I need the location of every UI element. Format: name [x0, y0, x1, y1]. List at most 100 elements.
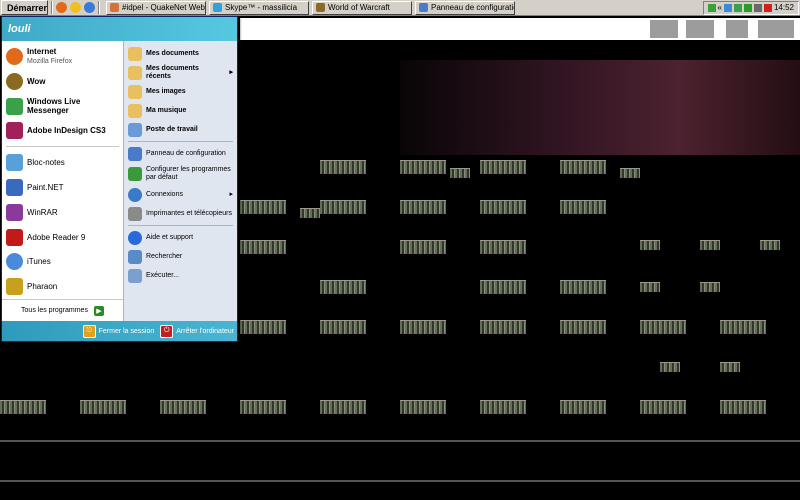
start-menu-body: Internet Mozilla Firefox Wow Windows Liv… — [2, 41, 237, 321]
pinned-wow[interactable]: Wow — [2, 69, 123, 94]
glitch-tile — [560, 160, 606, 174]
system-label: Connexions — [146, 190, 183, 198]
submenu-arrow-icon: ▸ — [229, 68, 233, 76]
help-search[interactable]: Rechercher — [124, 247, 237, 266]
help-run[interactable]: Exécuter... — [124, 266, 237, 285]
recent-adobe-reader[interactable]: Adobe Reader 9 — [2, 225, 123, 250]
pinned-title: Adobe InDesign CS3 — [27, 126, 106, 136]
quick-launch — [56, 2, 95, 13]
desktop-block — [758, 20, 794, 38]
recent-winrar[interactable]: WinRAR — [2, 200, 123, 225]
pinned-internet[interactable]: Internet Mozilla Firefox — [2, 44, 123, 69]
recent-itunes[interactable]: iTunes — [2, 250, 123, 275]
task-quakenet[interactable]: #idpel - QuakeNet Web I... — [106, 0, 206, 15]
glitch-tile — [240, 240, 286, 254]
tray-expand-button[interactable]: « — [718, 3, 722, 12]
paintnet-icon — [6, 178, 23, 196]
glitch-tile — [560, 200, 606, 214]
pinned-title: Windows Live Messenger — [27, 97, 81, 116]
pinned-indesign[interactable]: Adobe InDesign CS3 — [2, 118, 123, 143]
task-world-of-warcraft[interactable]: World of Warcraft — [312, 0, 412, 15]
glitch-tile — [720, 320, 766, 334]
all-programs-button[interactable]: Tous les programmes ▶ — [2, 299, 123, 321]
glitch-tile — [480, 240, 526, 254]
tray-volume-icon[interactable] — [753, 3, 762, 12]
tray-network-icon[interactable] — [723, 3, 732, 12]
all-programs-label: Tous les programmes — [21, 307, 88, 315]
computer-icon — [128, 122, 142, 137]
shutdown-label: Arrêter l'ordinateur — [176, 327, 234, 335]
system-default-programs[interactable]: Configurer les programmes par défaut — [124, 163, 237, 185]
recent-label: Paint.NET — [27, 182, 64, 192]
tray-ff-icon[interactable] — [707, 3, 716, 12]
messenger-icon — [6, 97, 23, 115]
aim-icon[interactable] — [70, 2, 81, 13]
help-support[interactable]: Aide et support — [124, 228, 237, 247]
task-skype[interactable]: Skype™ - massilicia — [209, 0, 309, 15]
glitch-tile — [640, 400, 686, 414]
place-my-pictures[interactable]: Mes images — [124, 82, 237, 101]
glitch-line — [0, 440, 800, 442]
itunes-icon — [6, 253, 23, 271]
start-button[interactable]: Démarrer — [1, 0, 48, 15]
glitch-tile — [480, 160, 526, 174]
logoff-icon: ⎋ — [82, 324, 96, 338]
start-menu-header: louli — [2, 17, 237, 41]
menu-separator — [128, 141, 233, 142]
glitch-tile — [0, 400, 46, 414]
folder-images-icon — [128, 84, 142, 99]
recent-notepad[interactable]: Bloc-notes — [2, 150, 123, 175]
recent-pharaon[interactable]: Pharaon — [2, 274, 123, 299]
place-my-documents[interactable]: Mes documents — [124, 44, 237, 63]
place-label: Mes documents récents — [146, 64, 199, 80]
glitch-tile — [240, 320, 286, 334]
system-control-panel[interactable]: Panneau de configuration — [124, 144, 237, 163]
glitch-tile — [320, 320, 366, 334]
start-menu-places: Mes documents Mes documents récents ▸ Me… — [123, 41, 237, 321]
system-connections[interactable]: Connexions ▸ — [124, 185, 237, 204]
recent-label: Adobe Reader 9 — [27, 232, 86, 242]
tray-alert-icon[interactable] — [763, 3, 772, 12]
taskbar: Démarrer #idpel - QuakeNet Web I... Skyp… — [0, 0, 800, 16]
help-label: Rechercher — [146, 252, 183, 260]
place-label: Ma musique — [146, 106, 187, 114]
glitch-tile — [720, 400, 766, 414]
place-recent-documents[interactable]: Mes documents récents ▸ — [124, 63, 237, 82]
glitch-tile — [320, 200, 366, 214]
glitch-tile — [480, 200, 526, 214]
system-tray: « 14:52 — [702, 0, 799, 15]
system-label: Configurer les programmes par défaut — [146, 166, 231, 181]
glitch-tile — [400, 160, 446, 174]
indesign-icon — [6, 122, 23, 140]
glitch-tile — [700, 282, 720, 292]
pinned-messenger[interactable]: Windows Live Messenger — [2, 94, 123, 119]
glitch-tile — [760, 240, 780, 250]
shutdown-button[interactable]: ⏻ Arrêter l'ordinateur — [160, 324, 234, 338]
folder-documents-icon — [128, 46, 142, 61]
system-printers[interactable]: Imprimantes et télécopieurs — [124, 204, 237, 223]
glitch-tile — [480, 280, 526, 294]
glitch-tile — [560, 320, 606, 334]
taskbar-separator — [51, 1, 53, 14]
glitch-line — [0, 480, 800, 482]
recent-documents-icon — [128, 65, 142, 80]
place-my-computer[interactable]: Poste de travail — [124, 120, 237, 139]
wow-icon — [6, 72, 23, 90]
firefox-icon[interactable] — [56, 2, 67, 13]
help-label: Aide et support — [146, 233, 194, 241]
pinned-label: Internet Mozilla Firefox — [27, 47, 72, 66]
desktop-background-glow — [400, 60, 800, 155]
windows-flag-icon — [4, 3, 5, 12]
skype-icon — [213, 3, 222, 12]
control-panel-icon — [128, 146, 142, 161]
tray-messenger-icon[interactable] — [733, 3, 742, 12]
recent-paintnet[interactable]: Paint.NET — [2, 175, 123, 200]
task-control-panel[interactable]: Panneau de configuration — [415, 0, 515, 15]
tray-shield-icon[interactable] — [743, 3, 752, 12]
system-label: Imprimantes et télécopieurs — [146, 209, 232, 217]
place-my-music[interactable]: Ma musique — [124, 101, 237, 120]
recent-label: Pharaon — [27, 282, 58, 292]
start-menu-programs: Internet Mozilla Firefox Wow Windows Liv… — [2, 41, 123, 321]
browser-icon[interactable] — [84, 2, 95, 13]
logoff-button[interactable]: ⎋ Fermer la session — [82, 324, 154, 338]
